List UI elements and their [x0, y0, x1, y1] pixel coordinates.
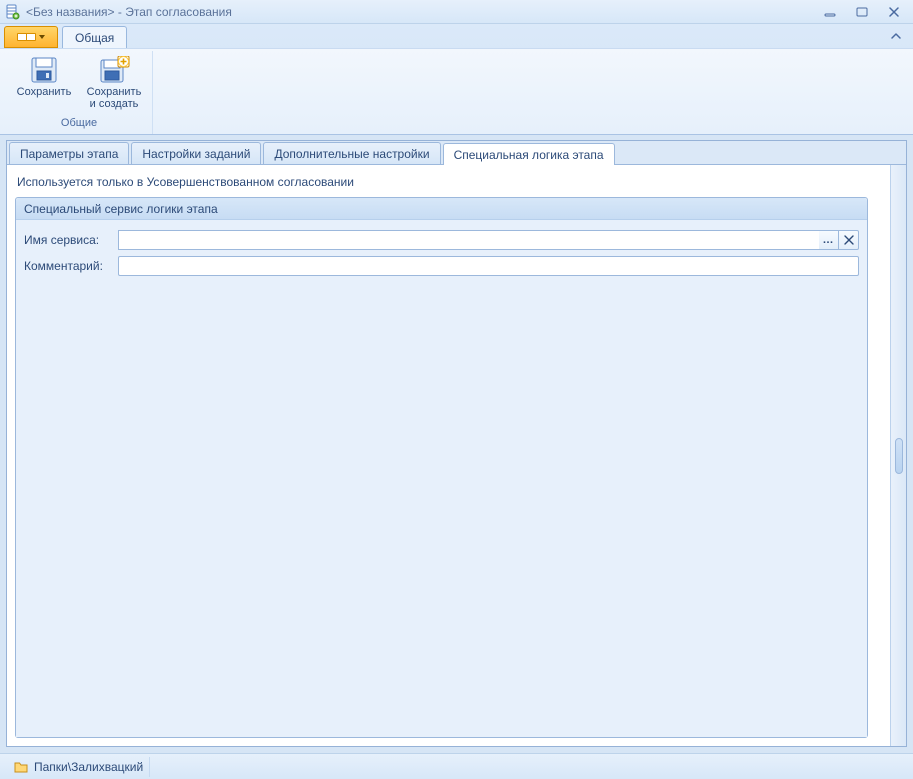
special-service-groupbox: Специальный сервис логики этапа Имя серв…: [15, 197, 868, 738]
tab-label: Настройки заданий: [142, 147, 250, 161]
tab-stage-parameters[interactable]: Параметры этапа: [9, 142, 129, 164]
save-button-label: Сохранить: [17, 86, 72, 98]
app-document-icon: [4, 4, 20, 20]
comment-input[interactable]: [118, 256, 859, 276]
main-panel: Параметры этапа Настройки заданий Дополн…: [6, 140, 907, 747]
ribbon-tab-general[interactable]: Общая: [62, 26, 127, 48]
file-menu-icon: [26, 33, 36, 41]
tab-label: Специальная логика этапа: [454, 148, 604, 162]
chevron-down-icon: [39, 35, 45, 39]
service-name-label: Имя сервиса:: [24, 233, 112, 247]
service-name-clear-button[interactable]: [839, 230, 859, 250]
comment-label: Комментарий:: [24, 259, 112, 273]
groupbox-title: Специальный сервис логики этапа: [16, 198, 867, 220]
save-and-create-icon: [98, 56, 130, 84]
vertical-scrollbar[interactable]: [890, 165, 906, 746]
save-button[interactable]: Сохранить: [12, 53, 76, 115]
tab-additional-settings[interactable]: Дополнительные настройки: [263, 142, 440, 164]
editor-tabstrip: Параметры этапа Настройки заданий Дополн…: [7, 141, 906, 165]
folder-icon: [14, 761, 28, 773]
usage-notice: Используется только в Усовершенствованно…: [7, 165, 890, 197]
maximize-button[interactable]: [853, 5, 871, 19]
tab-special-stage-logic[interactable]: Специальная логика этапа: [443, 143, 615, 165]
save-and-create-label-line2: и создать: [90, 98, 139, 110]
window-title: <Без названия> - Этап согласования: [26, 5, 821, 19]
service-name-input[interactable]: [118, 230, 819, 250]
ellipsis-icon: …: [823, 234, 835, 246]
ribbon-group-caption: Общие: [61, 117, 97, 129]
close-button[interactable]: [885, 5, 903, 19]
close-icon: [844, 235, 854, 245]
status-path-text: Папки\Залихвацкий: [34, 760, 143, 774]
save-icon: [28, 56, 60, 84]
minimize-button[interactable]: [821, 5, 839, 19]
ribbon: Общая Сохранить: [0, 24, 913, 135]
status-path-segment[interactable]: Папки\Залихвацкий: [8, 757, 150, 777]
file-menu-button[interactable]: [4, 26, 58, 48]
window-controls: [821, 5, 909, 19]
ribbon-tab-label: Общая: [75, 31, 114, 45]
service-name-browse-button[interactable]: …: [819, 230, 839, 250]
save-and-create-label-line1: Сохранить: [87, 86, 142, 98]
ribbon-group-general: Сохранить Сохранить и со: [6, 51, 153, 134]
title-bar: <Без названия> - Этап согласования: [0, 0, 913, 24]
scrollbar-thumb[interactable]: [895, 438, 903, 474]
save-and-create-button[interactable]: Сохранить и создать: [82, 53, 146, 115]
ribbon-collapse-button[interactable]: [887, 27, 905, 45]
status-bar: Папки\Залихвацкий: [0, 753, 913, 779]
tab-label: Параметры этапа: [20, 147, 118, 161]
tab-task-settings[interactable]: Настройки заданий: [131, 142, 261, 164]
tab-label: Дополнительные настройки: [274, 147, 429, 161]
